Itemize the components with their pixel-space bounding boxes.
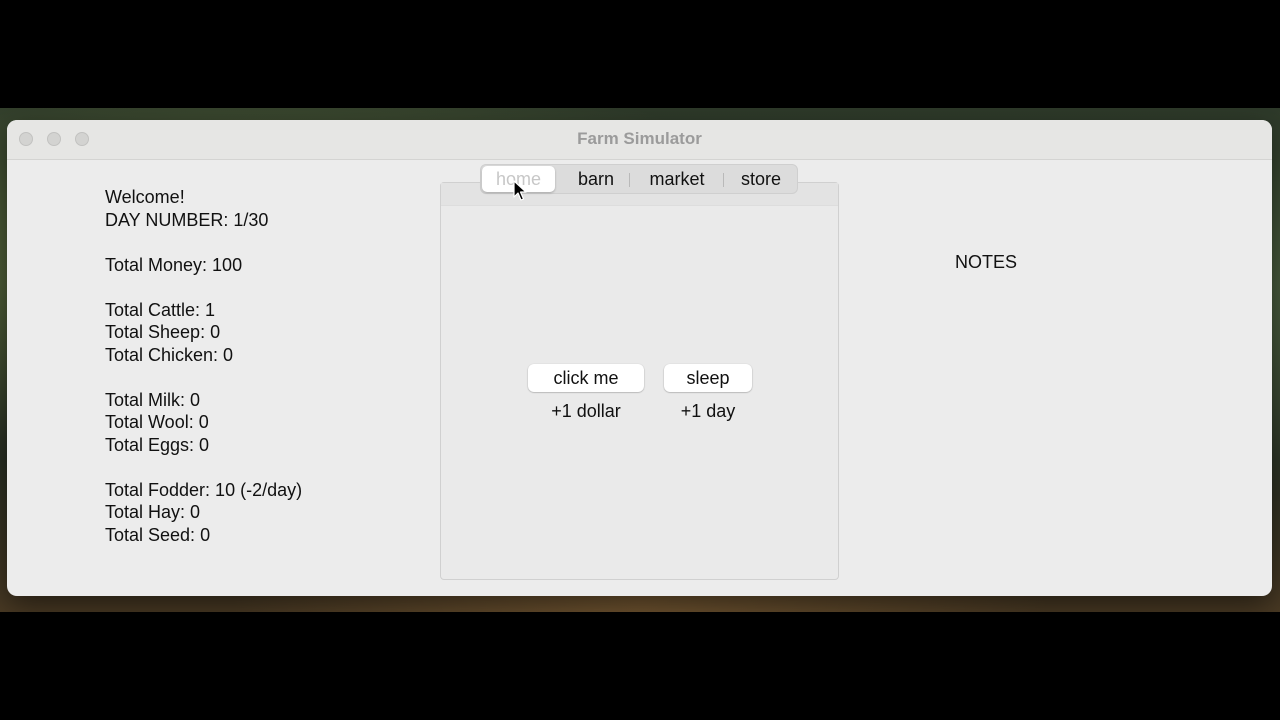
total-sheep-label: Total Sheep: 0	[105, 322, 221, 342]
total-hay-label: Total Hay: 0	[105, 502, 201, 522]
screen: Farm Simulator Welcome! DAY NUMBER: 1/30…	[0, 0, 1280, 720]
tab-separator	[723, 173, 724, 187]
tab-separator	[629, 173, 630, 187]
click-me-caption: +1 dollar	[551, 401, 621, 421]
window-title: Farm Simulator	[577, 129, 702, 148]
sleep-button[interactable]: sleep	[664, 364, 752, 392]
day-number-label: DAY NUMBER: 1/30	[105, 209, 269, 230]
title-bar[interactable]: Farm Simulator	[7, 120, 1272, 160]
click-me-button[interactable]: click me	[528, 364, 644, 392]
tab-barn[interactable]: barn	[561, 166, 631, 192]
total-eggs-label: Total Eggs: 0	[105, 434, 210, 455]
arrow-cursor-icon	[513, 180, 527, 201]
stats-panel: Welcome! DAY NUMBER: 1/30 Total Money: 1…	[105, 186, 302, 546]
total-chicken-label: Total Chicken: 0	[105, 344, 234, 365]
total-money-label: Total Money: 100	[105, 254, 243, 275]
sleep-caption: +1 day	[680, 401, 736, 421]
notes-title: NOTES	[955, 252, 1018, 272]
total-fodder-label: Total Fodder: 10 (-2/day)	[105, 479, 303, 500]
total-wool-label: Total Wool: 0	[105, 412, 209, 432]
total-seed-label: Total Seed: 0	[105, 524, 211, 545]
total-milk-label: Total Milk: 0	[105, 389, 201, 410]
tab-market[interactable]: market	[633, 166, 721, 192]
tab-store[interactable]: store	[726, 166, 796, 192]
tab-bar: home barn market store	[480, 164, 798, 194]
app-window: Farm Simulator Welcome! DAY NUMBER: 1/30…	[7, 120, 1272, 596]
total-cattle-label: Total Cattle: 1	[105, 299, 216, 320]
welcome-label: Welcome!	[105, 187, 185, 207]
